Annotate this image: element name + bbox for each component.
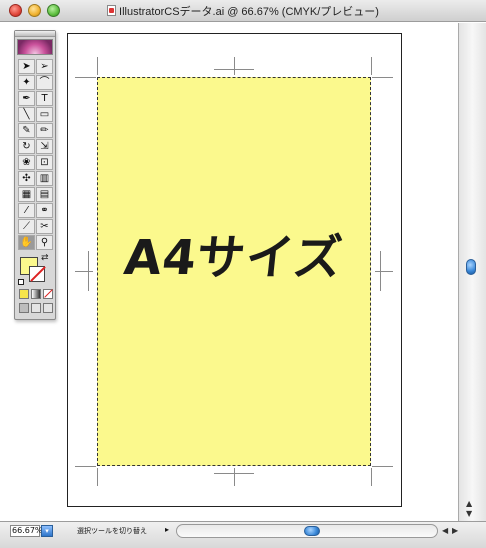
scroll-up-arrow-icon[interactable]: ▲: [466, 499, 472, 508]
horizontal-scrollbar[interactable]: [176, 524, 438, 538]
scale-tool-icon[interactable]: ⇲: [36, 139, 53, 154]
status-bar: 66.67% ▾ 選択ツールを切り替え ▸ ◀ ▶: [0, 521, 486, 548]
standard-screen-mode-button[interactable]: [19, 303, 29, 313]
crop-mark: [75, 466, 96, 467]
type-tool-icon[interactable]: T: [36, 91, 53, 106]
status-text[interactable]: 選択ツールを切り替え: [77, 526, 147, 536]
scroll-left-arrow-icon[interactable]: ◀: [442, 526, 448, 535]
scissors-tool-icon[interactable]: ✂: [36, 219, 53, 234]
scroll-down-arrow-icon[interactable]: ▼: [466, 509, 472, 518]
title-bar[interactable]: IllustratorCSデータ.ai @ 66.67% (CMYK/プレビュー…: [0, 0, 486, 22]
vertical-scroll-thumb[interactable]: [466, 259, 476, 275]
hand-tool-icon[interactable]: ✋: [18, 235, 35, 250]
column-graph-tool-icon[interactable]: ▥: [36, 171, 53, 186]
horizontal-scroll-thumb[interactable]: [304, 526, 320, 536]
adobe-flower-logo[interactable]: [17, 39, 53, 55]
paintbrush-tool-icon[interactable]: ✎: [18, 123, 35, 138]
magic-wand-tool-icon[interactable]: ✦: [18, 75, 35, 90]
direct-selection-tool-icon[interactable]: ➢: [36, 59, 53, 74]
stroke-color-swatch[interactable]: [29, 266, 45, 282]
gradient-mode-button[interactable]: [31, 289, 41, 299]
crop-mark: [234, 468, 235, 486]
pen-tool-icon[interactable]: ✒: [18, 91, 35, 106]
selection-tool-icon[interactable]: ➤: [18, 59, 35, 74]
crop-mark: [75, 77, 96, 78]
document-proxy-icon[interactable]: [107, 5, 117, 16]
printable-page[interactable]: A4サイズ: [97, 77, 371, 466]
rotate-tool-icon[interactable]: ↻: [18, 139, 35, 154]
slice-tool-icon[interactable]: ⟋: [18, 219, 35, 234]
mesh-tool-icon[interactable]: ▦: [18, 187, 35, 202]
symbol-sprayer-tool-icon[interactable]: ✣: [18, 171, 35, 186]
page-headline[interactable]: A4サイズ: [94, 218, 373, 288]
warp-tool-icon[interactable]: ❀: [18, 155, 35, 170]
crop-mark: [97, 468, 98, 486]
scroll-right-arrow-icon[interactable]: ▶: [452, 526, 458, 535]
crop-mark: [75, 271, 93, 272]
crop-mark: [234, 57, 235, 75]
pencil-tool-icon[interactable]: ✏: [36, 123, 53, 138]
window-title-container: IllustratorCSデータ.ai @ 66.67% (CMYK/プレビュー…: [0, 3, 486, 19]
tools-palette[interactable]: ⇄ ➤ ➢ ✦ ⌒ ✒ T ╲ ▭ ✎ ✏ ↻ ⇲ ❀ ⊡ ✣ ▥ ▦ ▤ ⁄ ⚭ ⟋ ✂ ✋ ⚲: [14, 30, 56, 320]
window-title: IllustratorCSデータ.ai @ 66.67% (CMYK/プレビュー…: [119, 6, 379, 18]
illustrator-document-window: IllustratorCSデータ.ai @ 66.67% (CMYK/プレビュー…: [0, 0, 486, 548]
none-mode-button[interactable]: [43, 289, 53, 299]
eyedropper-tool-icon[interactable]: ⁄: [18, 203, 35, 218]
zoom-level-field[interactable]: 66.67%: [10, 525, 43, 537]
full-screen-menu-mode-button[interactable]: [31, 303, 41, 313]
zoom-tool-icon[interactable]: ⚲: [36, 235, 53, 250]
full-screen-mode-button[interactable]: [43, 303, 53, 313]
rectangle-tool-icon[interactable]: ▭: [36, 107, 53, 122]
lasso-tool-icon[interactable]: ⌒: [36, 75, 53, 90]
zoom-menu-arrow-icon[interactable]: ▾: [41, 525, 53, 537]
crop-mark: [371, 57, 372, 75]
crop-mark: [372, 77, 393, 78]
document-canvas[interactable]: A4サイズ: [0, 23, 458, 521]
crop-mark: [371, 468, 372, 486]
color-mode-button[interactable]: [19, 289, 29, 299]
line-tool-icon[interactable]: ╲: [18, 107, 35, 122]
crop-mark: [97, 57, 98, 75]
crop-mark: [372, 466, 393, 467]
status-menu-arrow-icon[interactable]: ▸: [165, 525, 169, 534]
gradient-tool-icon[interactable]: ▤: [36, 187, 53, 202]
swap-fill-stroke-icon[interactable]: ⇄: [41, 253, 49, 263]
crop-mark: [375, 271, 393, 272]
default-colors-icon[interactable]: [18, 279, 24, 285]
blend-tool-icon[interactable]: ⚭: [36, 203, 53, 218]
free-transform-tool-icon[interactable]: ⊡: [36, 155, 53, 170]
palette-title-bar[interactable]: [15, 31, 55, 37]
vertical-scrollbar[interactable]: ▲ ▼: [458, 23, 486, 521]
